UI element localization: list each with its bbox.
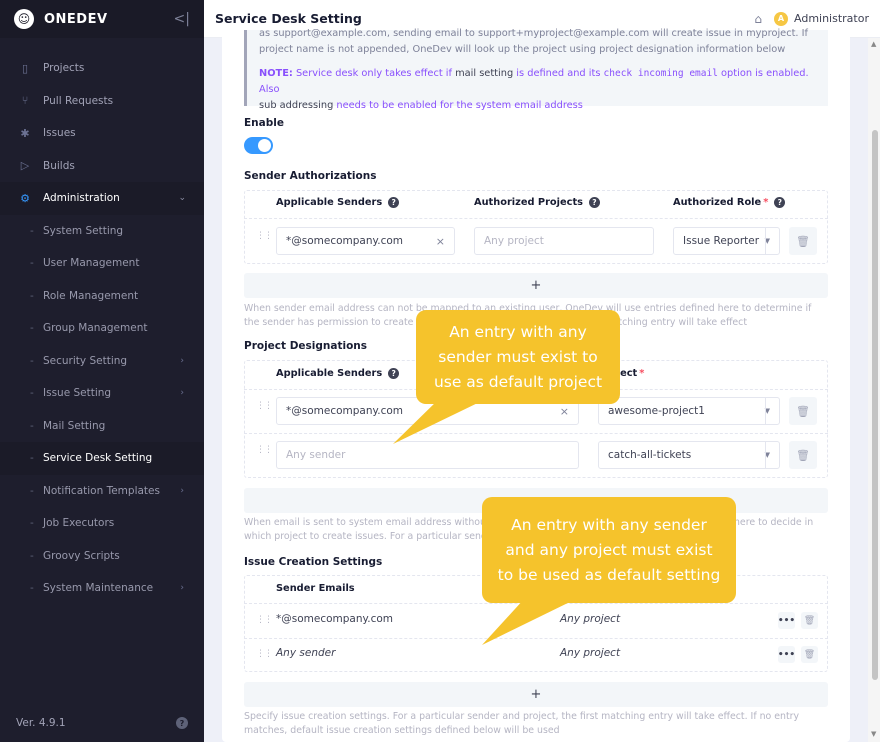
callout-line: sender must exist to bbox=[438, 347, 598, 366]
callout-line: An entry with any bbox=[449, 322, 587, 341]
callout-one-pointer bbox=[393, 398, 488, 444]
callout-two-pointer bbox=[482, 598, 578, 645]
callout-line: An entry with any sender bbox=[511, 515, 707, 534]
callout-default-setting: An entry with any sender and any project… bbox=[482, 497, 736, 603]
callout-line: to be used as default setting bbox=[497, 565, 721, 584]
callout-default-project: An entry with any sender must exist to u… bbox=[416, 310, 620, 404]
callout-line: and any project must exist bbox=[505, 540, 713, 559]
callout-line: use as default project bbox=[433, 372, 603, 391]
